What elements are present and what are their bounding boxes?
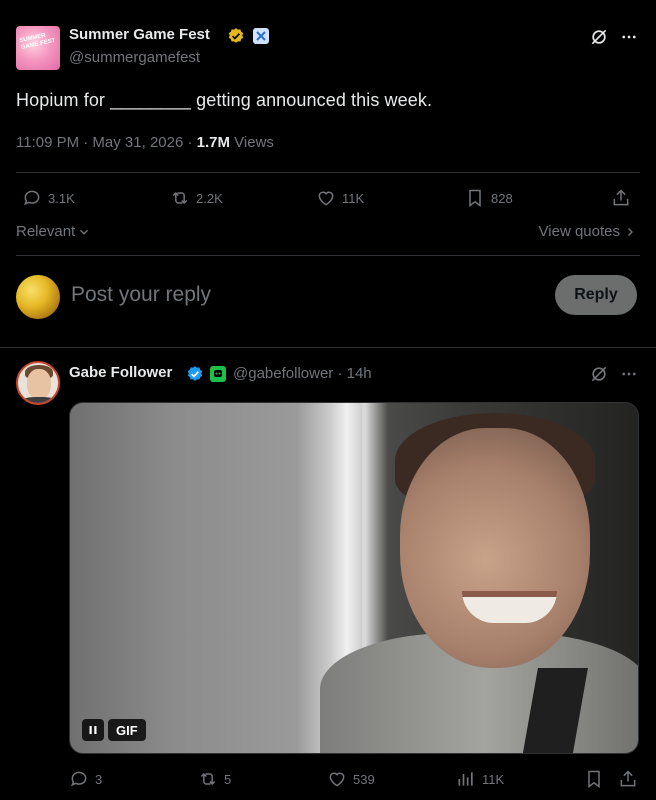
- repost-icon: [200, 772, 216, 786]
- verified-gold-icon: [227, 27, 245, 45]
- divider: [0, 347, 656, 348]
- reply-author-name[interactable]: Gabe Follower: [69, 364, 172, 381]
- bookmark-icon: [588, 770, 600, 788]
- sort-label: Relevant: [16, 223, 76, 240]
- post-meta: 11:09 PM · May 31, 2026 · 1.7M Views: [16, 134, 274, 151]
- affiliate-badge-icon: [210, 366, 226, 382]
- repost-action[interactable]: 5: [198, 769, 231, 789]
- views-icon: [458, 772, 473, 786]
- reply-action[interactable]: 3.1K: [22, 188, 75, 208]
- user-avatar[interactable]: [16, 275, 60, 319]
- author-handle[interactable]: @summergamefest: [69, 49, 200, 66]
- chevron-down-icon: [80, 229, 89, 235]
- share-icon: [620, 770, 636, 787]
- reply-author-avatar[interactable]: [16, 361, 60, 405]
- avatar-logo-text: SUMMER GAME FEST: [18, 32, 56, 52]
- repost-icon: [172, 191, 188, 205]
- reply-action[interactable]: 3: [69, 769, 102, 789]
- reply-author-handle[interactable]: @gabefollower · 14h: [233, 365, 372, 382]
- like-action[interactable]: 539: [327, 769, 375, 789]
- like-count: 539: [353, 771, 375, 787]
- divider: [16, 255, 640, 256]
- repost-action[interactable]: 2.2K: [170, 188, 223, 208]
- gif-controls: GIF: [82, 719, 146, 741]
- more-icon[interactable]: [618, 26, 640, 48]
- bookmark-icon: [469, 189, 481, 207]
- views-action[interactable]: 11K: [456, 769, 504, 789]
- more-icon[interactable]: [618, 363, 640, 385]
- share-button[interactable]: [618, 769, 638, 789]
- view-quotes-label: View quotes: [538, 223, 620, 240]
- share-icon: [613, 189, 629, 206]
- sort-relevant-dropdown[interactable]: Relevant: [16, 223, 91, 240]
- grok-icon[interactable]: [588, 363, 610, 385]
- like-action[interactable]: 11K: [316, 188, 364, 208]
- post-text: Hopium for ________ getting announced th…: [16, 90, 433, 110]
- like-count: 11K: [342, 190, 365, 206]
- author-name[interactable]: Summer Game Fest: [69, 26, 210, 43]
- divider: [16, 172, 640, 173]
- gif-label: GIF: [108, 719, 146, 741]
- reply-button[interactable]: Reply: [555, 275, 637, 315]
- bookmark-action[interactable]: [584, 769, 604, 789]
- reply-count: 3: [95, 771, 103, 787]
- bookmark-action[interactable]: 828: [465, 188, 513, 208]
- views-label: Views: [230, 134, 274, 151]
- reply-count: 3.1K: [48, 190, 75, 206]
- verified-icon: [186, 365, 204, 383]
- like-icon: [329, 772, 345, 787]
- chevron-right-icon: [628, 227, 633, 236]
- pause-icon[interactable]: [82, 719, 104, 741]
- post-timestamp[interactable]: 11:09 PM · May 31, 2026 ·: [16, 134, 197, 151]
- grok-icon[interactable]: [588, 26, 610, 48]
- reply-icon: [71, 771, 87, 787]
- reply-input[interactable]: [71, 283, 471, 307]
- affiliate-badge-icon: [253, 28, 269, 44]
- like-icon: [318, 191, 334, 206]
- reply-icon: [24, 190, 40, 206]
- views-count: 1.7M: [196, 134, 231, 151]
- author-avatar[interactable]: SUMMER GAME FEST: [16, 26, 60, 70]
- repost-count: 5: [224, 771, 232, 787]
- bookmark-count: 828: [491, 190, 513, 206]
- gif-media[interactable]: [69, 402, 639, 754]
- share-button[interactable]: [611, 188, 631, 208]
- views-count: 11K: [482, 771, 505, 787]
- view-quotes-link[interactable]: View quotes: [539, 223, 636, 240]
- repost-count: 2.2K: [196, 190, 223, 206]
